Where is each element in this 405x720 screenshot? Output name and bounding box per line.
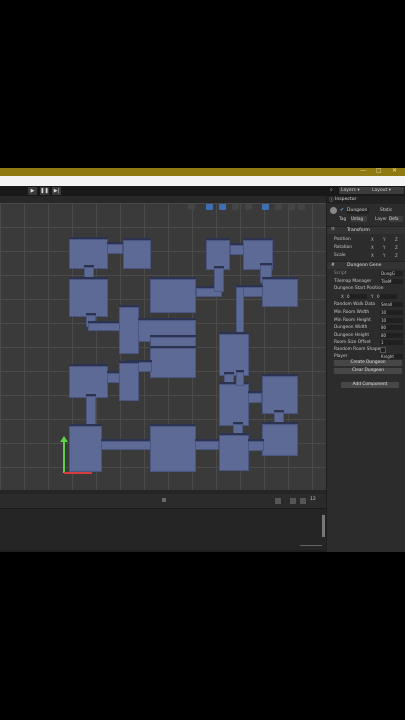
inspector-icon: ⓘ xyxy=(329,198,334,203)
player-field[interactable]: Knight xyxy=(380,354,403,359)
search-icon[interactable]: ⌕ xyxy=(330,187,336,194)
script-icon: # xyxy=(331,263,335,268)
clear-dungeon-button[interactable]: Clear Dungeon xyxy=(334,368,402,374)
warning-icon[interactable] xyxy=(300,498,306,504)
resize-handle[interactable] xyxy=(162,498,166,502)
y-axis-gizmo xyxy=(63,440,65,473)
menu-strip xyxy=(0,176,405,186)
y-arrow-icon xyxy=(60,436,68,442)
scale-label: Scale xyxy=(334,253,346,258)
window-title-bar: — □ ✕ xyxy=(0,167,405,176)
inspector-tab-bar: ⓘ Inspector xyxy=(327,196,405,204)
rotation-y[interactable]: Y xyxy=(383,245,385,250)
tag-dropdown[interactable]: Untag xyxy=(351,216,367,222)
tilemap-label: Tilemap Manager xyxy=(334,279,372,284)
scene-tab-bar xyxy=(0,196,326,203)
min-room-width-field[interactable]: 10 xyxy=(380,310,403,315)
room-offset-label: Room Size Offset xyxy=(334,340,371,345)
script-field: DungG xyxy=(380,271,403,276)
scene-view[interactable] xyxy=(0,203,326,490)
position-y[interactable]: Y xyxy=(383,237,385,242)
scale-z[interactable]: Z xyxy=(395,253,398,258)
camera-icon[interactable] xyxy=(275,204,282,210)
2d-toggle-icon[interactable] xyxy=(206,204,213,210)
create-dungeon-button[interactable]: Create Dungeon xyxy=(334,360,402,366)
effects-icon[interactable] xyxy=(245,204,252,210)
dungeon-width-label: Dungeon Width xyxy=(334,325,368,330)
transform-header[interactable]: ⤧ Transform xyxy=(327,226,405,234)
start-x-field[interactable]: 0 xyxy=(347,294,367,299)
console-zoom-slider[interactable] xyxy=(300,545,322,546)
audio-icon[interactable] xyxy=(232,204,239,210)
tilemap-field[interactable]: TileM xyxy=(380,279,403,284)
dungeon-height-label: Dungeon Height xyxy=(334,333,370,338)
start-x-label: X xyxy=(341,294,344,299)
play-button[interactable]: ▶ xyxy=(28,187,37,195)
dungeon-component-header[interactable]: # Dungeon Gene xyxy=(327,261,405,269)
rotation-x[interactable]: X xyxy=(371,245,374,250)
gizmos-icon[interactable] xyxy=(298,204,305,210)
position-z[interactable]: Z xyxy=(395,237,398,242)
position-x[interactable]: X xyxy=(371,237,374,242)
x-axis-gizmo xyxy=(64,472,92,474)
script-label: Script xyxy=(334,271,347,276)
step-button[interactable]: ▶| xyxy=(52,187,61,195)
dungeon-height-field[interactable]: 80 xyxy=(380,333,403,338)
layout-dropdown[interactable]: Layout ▾ xyxy=(370,187,404,194)
inspector-panel: ⓘ Inspector ✔ Dungeon Static Tag Untag L… xyxy=(327,196,405,552)
minimize-button[interactable]: — xyxy=(360,167,366,174)
gameobject-icon xyxy=(330,207,337,214)
layers-dropdown[interactable]: Layers ▾ xyxy=(339,187,371,194)
start-y-field[interactable]: 0 xyxy=(377,294,397,299)
transform-icon: ⤧ xyxy=(331,228,335,233)
message-count: 12 xyxy=(310,497,316,502)
info-icon[interactable] xyxy=(290,498,296,504)
lighting-icon[interactable] xyxy=(219,204,226,210)
inspector-tab[interactable]: Inspector xyxy=(335,197,356,202)
console-scrollbar[interactable] xyxy=(322,515,325,537)
component-title: Dungeon Gene xyxy=(347,263,382,268)
tag-label: Tag xyxy=(339,217,347,222)
close-button[interactable]: ✕ xyxy=(392,167,397,174)
shading-icon[interactable] xyxy=(188,204,195,210)
player-label: Player xyxy=(334,354,348,359)
clear-icon[interactable] xyxy=(275,498,281,504)
random-shape-label: Random Room Shape xyxy=(334,347,381,352)
scale-y[interactable]: Y xyxy=(383,253,385,258)
pause-button[interactable]: ❚❚ xyxy=(40,187,49,195)
random-walk-field[interactable]: Small xyxy=(380,302,403,307)
min-room-width-label: Min Room Width xyxy=(334,310,370,315)
min-room-height-label: Min Room Height xyxy=(334,318,371,323)
layer-dropdown[interactable]: Defa xyxy=(389,216,403,222)
random-walk-label: Random Walk Data xyxy=(334,302,376,307)
tools-icon[interactable] xyxy=(288,204,295,210)
active-checkbox-icon[interactable]: ✔ xyxy=(340,207,344,213)
position-label: Position xyxy=(334,237,351,242)
add-component-button[interactable]: Add Component xyxy=(341,382,399,388)
room-offset-field[interactable]: 1 xyxy=(380,340,403,345)
dungeon-width-field[interactable]: 80 xyxy=(380,325,403,330)
object-name-field[interactable]: Dungeon xyxy=(347,208,369,214)
layer-label: Layer xyxy=(375,217,387,222)
static-toggle[interactable]: Static xyxy=(380,208,392,213)
maximize-button[interactable]: □ xyxy=(376,167,382,174)
start-y-label: Y xyxy=(371,294,374,299)
scale-x[interactable]: X xyxy=(371,253,374,258)
hidden-objects-icon[interactable] xyxy=(262,204,269,210)
transform-title: Transform xyxy=(347,228,370,233)
rotation-label: Rotation xyxy=(334,245,352,250)
rotation-z[interactable]: Z xyxy=(395,245,398,250)
random-shape-checkbox[interactable] xyxy=(380,347,386,353)
min-room-height-field[interactable]: 10 xyxy=(380,318,403,323)
start-position-label: Dungeon Start Position xyxy=(334,286,384,291)
